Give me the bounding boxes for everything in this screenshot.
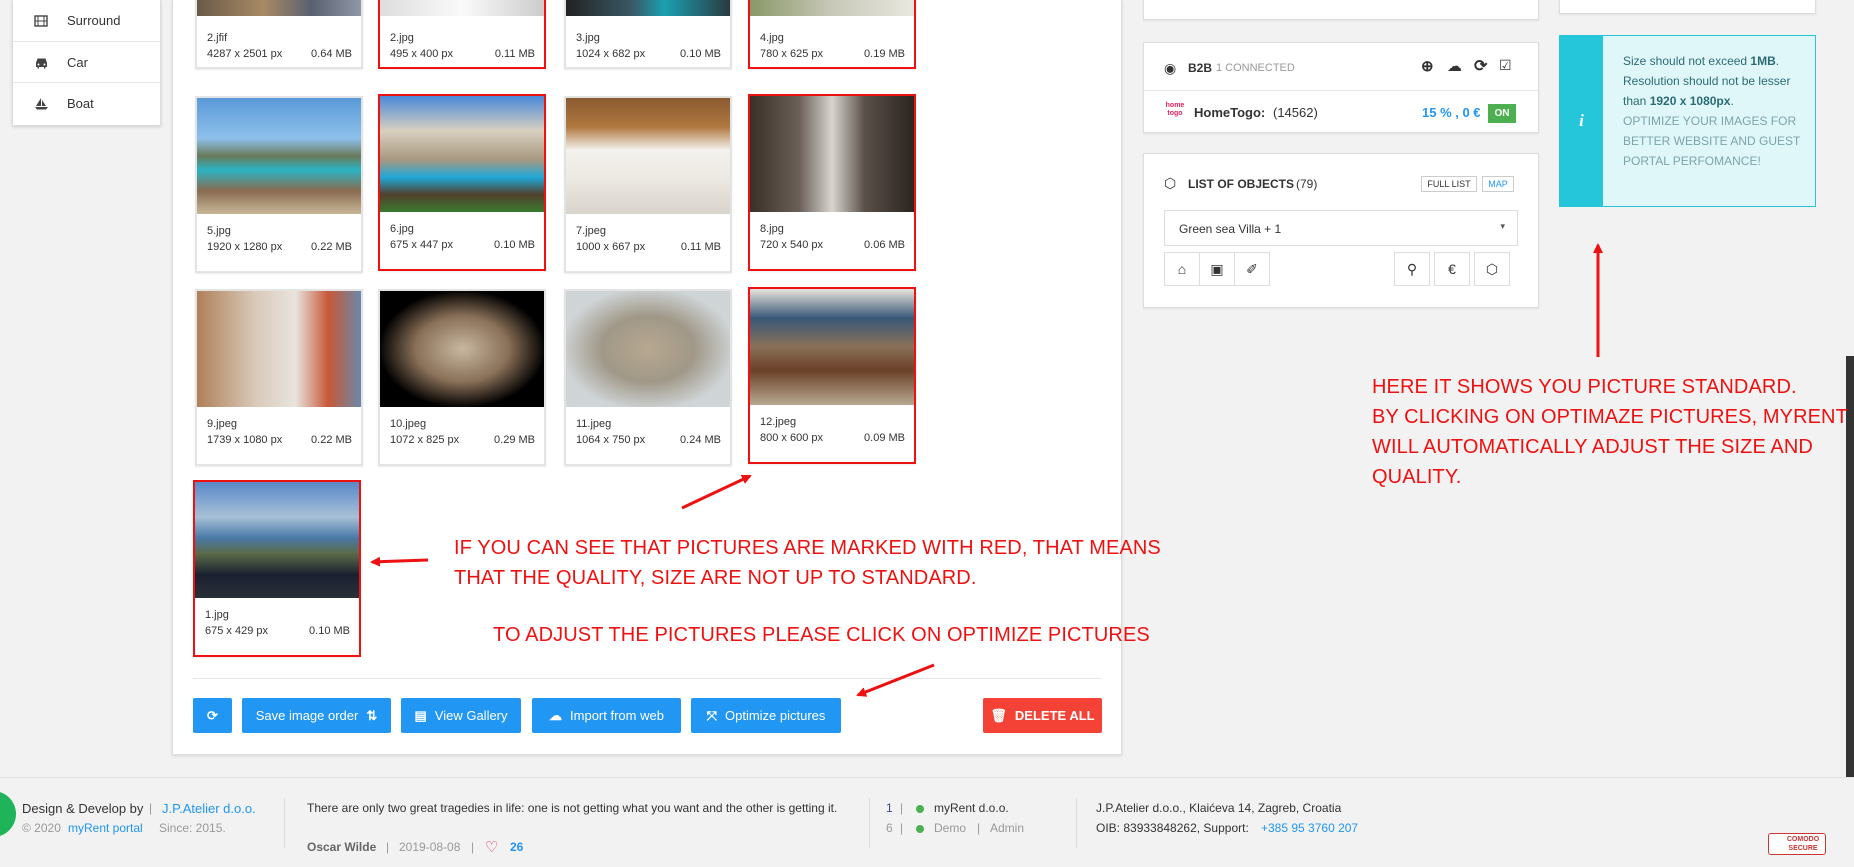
comodo-secure-badge: COMODO SECURE — [1768, 833, 1826, 855]
annotation-arrows — [370, 243, 1603, 697]
footer-quote-date: 2019-08-08 — [399, 840, 461, 854]
arrow-to-red-card-1 — [370, 556, 429, 567]
footer-user-name: Demo — [934, 821, 967, 835]
footer-support-phone[interactable]: +385 95 3760 207 — [1261, 821, 1358, 835]
chat-bubble[interactable] — [0, 791, 16, 837]
footer-company-name: myRent d.o.o. — [934, 801, 1009, 815]
arrow-to-red-card-12 — [681, 474, 752, 510]
footer-company-link[interactable]: J.P.Atelier d.o.o. — [162, 801, 256, 816]
online-status-dot — [916, 825, 924, 833]
heart-icon[interactable]: ♡ — [485, 838, 498, 856]
footer-oib: OIB: 83933848262, Support: — [1096, 821, 1249, 835]
footer-portal-link[interactable]: myRent portal — [68, 821, 143, 835]
footer-address: J.P.Atelier d.o.o., Klaićeva 14, Zagreb,… — [1096, 801, 1342, 815]
online-status-dot — [916, 805, 924, 813]
footer-quote-author: Oscar Wilde — [307, 840, 377, 854]
footer-user-role: Admin — [990, 821, 1025, 835]
arrow-to-optimize-button — [856, 663, 935, 697]
footer-likes-count: 26 — [510, 840, 524, 854]
page-footer: Design & Develop by | J.P.Atelier d.o.o.… — [0, 777, 1854, 867]
footer-quote: There are only two great tragedies in li… — [307, 801, 838, 815]
footer-design-label: Design & Develop by — [22, 801, 144, 816]
